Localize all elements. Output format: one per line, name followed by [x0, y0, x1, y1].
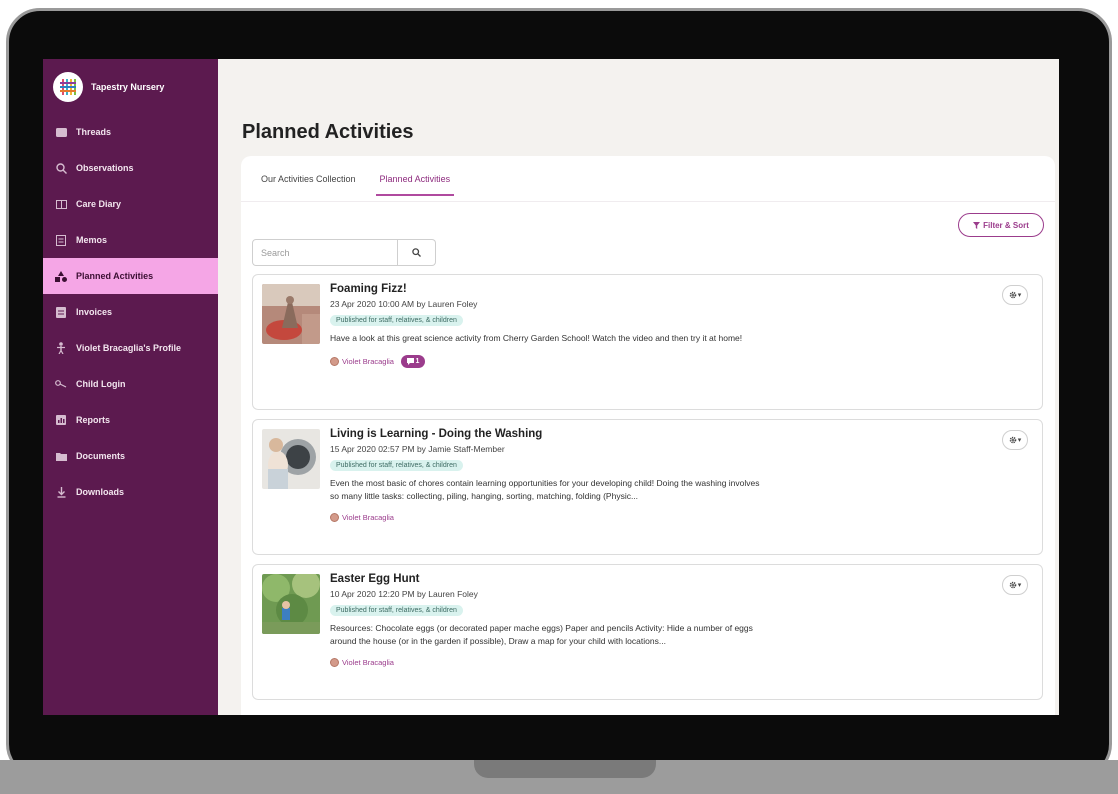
- sidebar-item-label: Violet Bracaglia's Profile: [76, 343, 182, 353]
- brand-name: Tapestry Nursery: [91, 82, 165, 92]
- care-diary-icon: [55, 198, 67, 210]
- planned-activities-icon: [55, 270, 67, 282]
- child-name: Violet Bracaglia: [342, 658, 394, 667]
- filter-sort-label: Filter & Sort: [983, 220, 1029, 230]
- sidebar-item-label: Memos: [76, 235, 108, 245]
- chevron-down-icon: ▾: [1017, 292, 1022, 299]
- tapestry-logo-icon: [53, 72, 83, 102]
- download-icon: [55, 486, 67, 498]
- child-avatar: [330, 357, 339, 366]
- sidebar-item-child-login[interactable]: Child Login: [43, 366, 218, 402]
- activity-item[interactable]: Easter Egg Hunt 10 Apr 2020 12:20 PM by …: [252, 564, 1043, 700]
- activity-item[interactable]: Living is Learning - Doing the Washing 1…: [252, 419, 1043, 555]
- activity-description: Resources: Chocolate eggs (or decorated …: [330, 623, 753, 646]
- search-bar: [252, 239, 436, 266]
- activity-description: Have a look at this great science activi…: [330, 333, 743, 343]
- chevron-down-icon: ▾: [1017, 582, 1022, 589]
- activity-item[interactable]: Foaming Fizz! 23 Apr 2020 10:00 AM by La…: [252, 274, 1043, 410]
- activity-title[interactable]: Foaming Fizz!: [330, 283, 770, 295]
- sidebar-item-invoices[interactable]: Invoices: [43, 294, 218, 330]
- filter-icon: [973, 221, 981, 229]
- sidebar-item-label: Documents: [76, 451, 126, 461]
- child-avatar: [330, 658, 339, 667]
- tabs-divider: [241, 201, 1055, 202]
- search-input[interactable]: [252, 239, 398, 266]
- key-icon: [55, 378, 67, 390]
- observations-icon: [55, 162, 67, 174]
- sidebar-item-profile[interactable]: Violet Bracaglia's Profile: [43, 330, 218, 366]
- activity-body: Foaming Fizz! 23 Apr 2020 10:00 AM by La…: [330, 283, 770, 368]
- activity-body: Living is Learning - Doing the Washing 1…: [330, 428, 770, 522]
- folder-icon: [55, 450, 67, 462]
- gear-icon: [1009, 581, 1017, 589]
- activity-title[interactable]: Living is Learning - Doing the Washing: [330, 428, 770, 440]
- sidebar-nav: Threads Observations Care Diary Memos Pl…: [43, 114, 218, 510]
- comment-count-badge[interactable]: 1: [400, 355, 425, 368]
- chevron-down-icon: ▾: [1017, 437, 1022, 444]
- publish-status-badge: Published for staff, relatives, & childr…: [330, 315, 463, 326]
- child-avatar: [330, 513, 339, 522]
- activity-meta: 10 Apr 2020 12:20 PM by Lauren Foley: [330, 589, 478, 599]
- activity-meta: 15 Apr 2020 02:57 PM by Jamie Staff-Memb…: [330, 444, 505, 454]
- comment-icon: [406, 358, 414, 365]
- activity-thumbnail[interactable]: [262, 574, 320, 634]
- sidebar-item-observations[interactable]: Observations: [43, 150, 218, 186]
- main-content: Planned Activities Our Activities Collec…: [218, 59, 1059, 715]
- child-tag[interactable]: Violet Bracaglia: [330, 513, 770, 522]
- sidebar-item-reports[interactable]: Reports: [43, 402, 218, 438]
- sidebar-item-planned-activities[interactable]: Planned Activities: [43, 258, 218, 294]
- activity-thumbnail[interactable]: [262, 429, 320, 489]
- child-tag[interactable]: Violet Bracaglia 1: [330, 355, 770, 368]
- sidebar-item-label: Threads: [76, 127, 112, 137]
- search-button[interactable]: [398, 239, 436, 266]
- sidebar-item-label: Invoices: [76, 307, 113, 317]
- gear-icon: [1009, 291, 1017, 299]
- page-title: Planned Activities: [242, 121, 414, 143]
- publish-status-badge: Published for staff, relatives, & childr…: [330, 605, 463, 616]
- activity-thumbnail[interactable]: [262, 284, 320, 344]
- child-tag[interactable]: Violet Bracaglia: [330, 658, 770, 667]
- tab-planned-activities[interactable]: Planned Activities: [375, 174, 455, 196]
- app-screen: Tapestry Nursery Threads Observations Ca…: [43, 59, 1059, 715]
- sidebar-item-care-diary[interactable]: Care Diary: [43, 186, 218, 222]
- tab-bar: Our Activities Collection Planned Activi…: [261, 174, 474, 196]
- activity-meta: 23 Apr 2020 10:00 AM by Lauren Foley: [330, 299, 478, 309]
- brand[interactable]: Tapestry Nursery: [53, 72, 164, 102]
- activity-description: Even the most basic of chores contain le…: [330, 478, 760, 501]
- gear-icon: [1009, 436, 1017, 444]
- sidebar-item-label: Care Diary: [76, 199, 122, 209]
- sidebar-item-label: Planned Activities: [76, 271, 154, 281]
- tab-our-activities-collection[interactable]: Our Activities Collection: [261, 174, 356, 196]
- filter-sort-button[interactable]: Filter & Sort: [958, 213, 1044, 237]
- sidebar-item-label: Child Login: [76, 379, 126, 389]
- profile-icon: [55, 342, 67, 354]
- sidebar: Tapestry Nursery Threads Observations Ca…: [43, 59, 218, 715]
- child-name: Violet Bracaglia: [342, 357, 394, 366]
- activity-options-button[interactable]: ▾: [1002, 285, 1028, 305]
- search-icon: [412, 248, 421, 257]
- memos-icon: [55, 234, 67, 246]
- activities-card: Our Activities Collection Planned Activi…: [241, 156, 1055, 715]
- threads-icon: [55, 126, 67, 138]
- sidebar-item-label: Reports: [76, 415, 111, 425]
- comment-count: 1: [415, 358, 420, 365]
- sidebar-item-downloads[interactable]: Downloads: [43, 474, 218, 510]
- child-name: Violet Bracaglia: [342, 513, 394, 522]
- activity-options-button[interactable]: ▾: [1002, 430, 1028, 450]
- sidebar-item-memos[interactable]: Memos: [43, 222, 218, 258]
- publish-status-badge: Published for staff, relatives, & childr…: [330, 460, 463, 471]
- sidebar-item-label: Downloads: [76, 487, 125, 497]
- sidebar-item-documents[interactable]: Documents: [43, 438, 218, 474]
- sidebar-item-label: Observations: [76, 163, 134, 173]
- activity-options-button[interactable]: ▾: [1002, 575, 1028, 595]
- sidebar-item-threads[interactable]: Threads: [43, 114, 218, 150]
- activity-title[interactable]: Easter Egg Hunt: [330, 573, 770, 585]
- activity-body: Easter Egg Hunt 10 Apr 2020 12:20 PM by …: [330, 573, 770, 667]
- invoices-icon: [55, 306, 67, 318]
- laptop-notch: [474, 760, 656, 778]
- reports-icon: [55, 414, 67, 426]
